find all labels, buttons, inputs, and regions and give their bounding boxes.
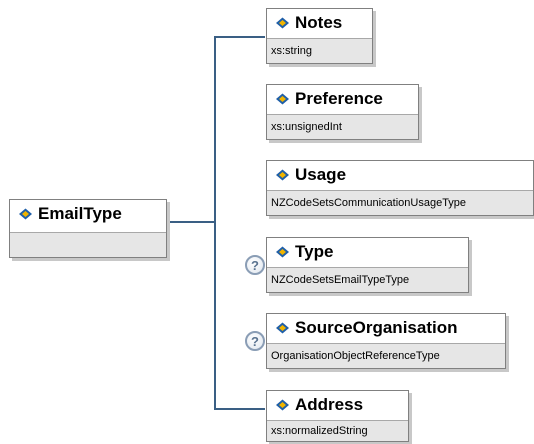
root-node-type bbox=[10, 232, 166, 257]
child-node-name: SourceOrganisation bbox=[295, 317, 458, 337]
child-node-header: Notes bbox=[267, 9, 372, 36]
child-node-header: Usage bbox=[267, 161, 533, 188]
child-node-header: Address bbox=[267, 391, 408, 418]
root-node-name: EmailType bbox=[38, 203, 122, 223]
child-node-type: NZCodeSetsCommunicationUsageType bbox=[267, 190, 533, 215]
element-icon bbox=[275, 322, 290, 334]
child-node-name: Type bbox=[295, 241, 334, 261]
element-icon bbox=[18, 208, 33, 220]
connector-notes bbox=[214, 36, 265, 38]
optional-icon: ? bbox=[245, 255, 265, 275]
tree-trunk bbox=[214, 36, 216, 409]
element-icon bbox=[275, 399, 290, 411]
child-node-type: xs:unsignedInt bbox=[267, 114, 418, 139]
element-icon bbox=[275, 93, 290, 105]
root-node-emailtype[interactable]: EmailType bbox=[9, 199, 167, 258]
element-icon bbox=[275, 17, 290, 29]
element-icon bbox=[275, 169, 290, 181]
child-node-type: NZCodeSetsEmailTypeType bbox=[267, 267, 468, 292]
child-node-type: OrganisationObjectReferenceType bbox=[267, 343, 505, 368]
child-node-notes[interactable]: Notes xs:string bbox=[266, 8, 373, 64]
child-node-name: Notes bbox=[295, 12, 343, 32]
child-node-header: Type bbox=[267, 238, 468, 265]
child-node-address[interactable]: Address xs:normalizedString bbox=[266, 390, 409, 442]
child-node-name: Usage bbox=[295, 164, 347, 184]
connector-address bbox=[214, 408, 265, 410]
root-connector bbox=[167, 221, 215, 223]
child-node-preference[interactable]: Preference xs:unsignedInt bbox=[266, 84, 419, 140]
element-icon bbox=[275, 246, 290, 258]
root-node-header: EmailType bbox=[10, 200, 166, 227]
schema-diagram: EmailType Notes xs:string Preference xs:… bbox=[0, 0, 534, 444]
child-node-type: xs:normalizedString bbox=[267, 420, 408, 441]
child-node-usage[interactable]: Usage NZCodeSetsCommunicationUsageType bbox=[266, 160, 534, 216]
optional-icon: ? bbox=[245, 331, 265, 351]
child-node-header: Preference bbox=[267, 85, 418, 112]
child-node-name: Address bbox=[295, 394, 364, 414]
child-node-header: SourceOrganisation bbox=[267, 314, 505, 341]
child-node-type: xs:string bbox=[267, 38, 372, 63]
child-node-name: Preference bbox=[295, 88, 383, 108]
child-node-sourceorganisation[interactable]: SourceOrganisation OrganisationObjectRef… bbox=[266, 313, 506, 369]
child-node-type-element[interactable]: Type NZCodeSetsEmailTypeType bbox=[266, 237, 469, 293]
